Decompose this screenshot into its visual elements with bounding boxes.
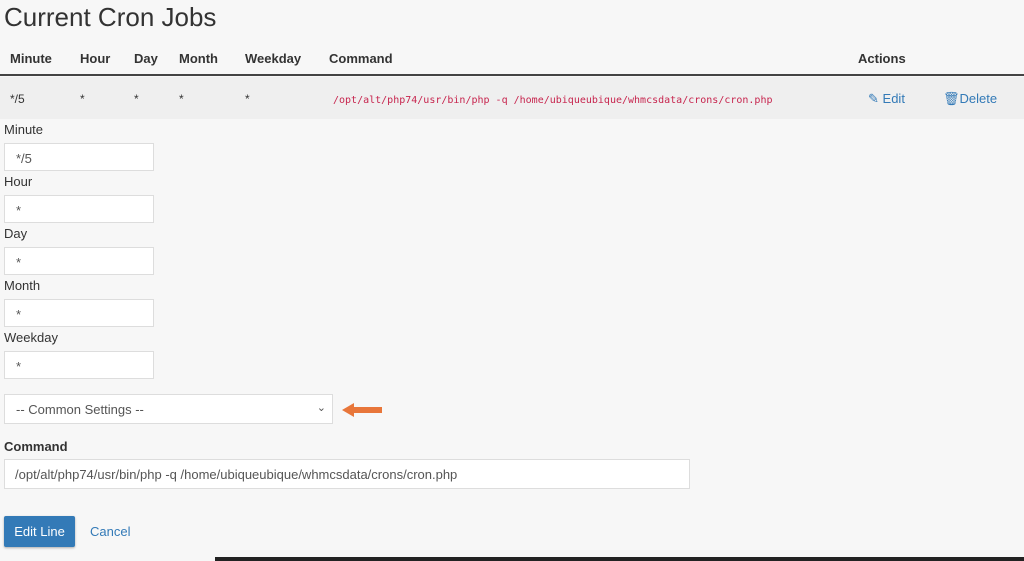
cell-day: * xyxy=(134,92,139,106)
header-actions: Actions xyxy=(858,51,906,66)
pencil-icon: ✎ xyxy=(868,91,879,106)
minute-input[interactable]: */5 xyxy=(4,143,154,171)
cell-hour: * xyxy=(80,92,85,106)
edit-link[interactable]: ✎ Edit xyxy=(868,91,905,107)
trash-icon: 🗑 xyxy=(943,91,960,106)
hour-label: Hour xyxy=(4,174,33,189)
minute-label: Minute xyxy=(4,122,44,137)
header-month: Month xyxy=(179,51,218,66)
weekday-label: Weekday xyxy=(4,330,58,345)
bottom-bar xyxy=(215,557,1024,561)
month-label: Month xyxy=(4,278,41,293)
cell-command: /opt/alt/php74/usr/bin/php -q /home/ubiq… xyxy=(333,95,773,106)
cell-minute: */5 xyxy=(10,92,25,106)
cell-month: * xyxy=(179,92,184,106)
header-minute: Minute xyxy=(10,51,52,66)
chevron-down-icon: ⌄ xyxy=(316,402,326,414)
cell-weekday: * xyxy=(245,92,250,106)
edit-line-button[interactable]: Edit Line xyxy=(4,516,75,547)
header-day: Day xyxy=(134,51,158,66)
header-command: Command xyxy=(329,51,393,66)
select-value: -- Common Settings -- xyxy=(16,402,144,417)
delete-link[interactable]: 🗑Delete xyxy=(943,91,997,107)
header-divider xyxy=(0,74,1024,76)
day-input[interactable]: * xyxy=(4,247,154,275)
month-input[interactable]: * xyxy=(4,299,154,327)
arrow-left-icon xyxy=(342,403,382,417)
day-label: Day xyxy=(4,226,28,241)
common-settings-select[interactable]: -- Common Settings -- ⌄ xyxy=(4,394,333,424)
header-hour: Hour xyxy=(80,51,111,66)
weekday-input[interactable]: * xyxy=(4,351,154,379)
command-label: Command xyxy=(4,439,68,454)
cancel-link[interactable]: Cancel xyxy=(90,524,130,539)
page-title: Current Cron Jobs xyxy=(4,2,217,32)
hour-input[interactable]: * xyxy=(4,195,154,223)
command-input[interactable]: /opt/alt/php74/usr/bin/php -q /home/ubiq… xyxy=(4,459,690,489)
header-weekday: Weekday xyxy=(245,51,302,66)
